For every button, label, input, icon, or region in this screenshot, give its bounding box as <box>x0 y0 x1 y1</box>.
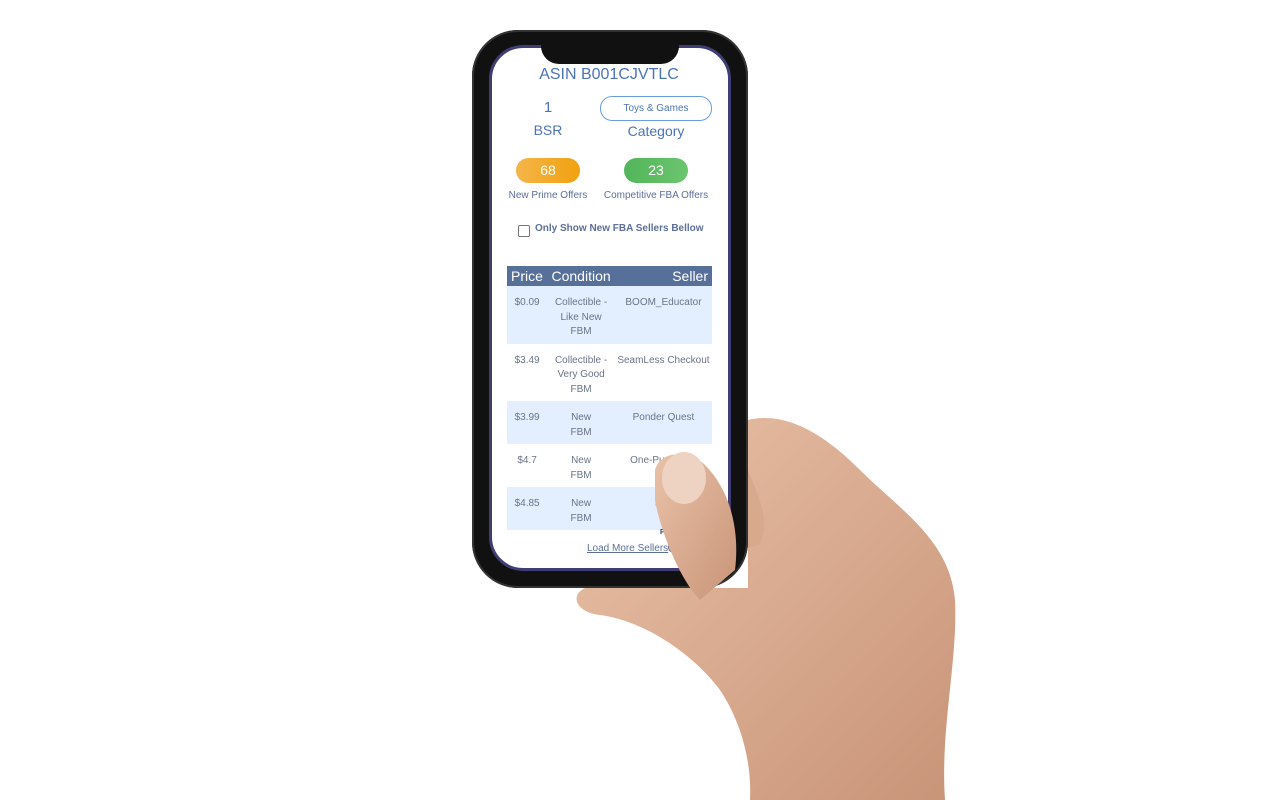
hand-image <box>576 418 956 800</box>
